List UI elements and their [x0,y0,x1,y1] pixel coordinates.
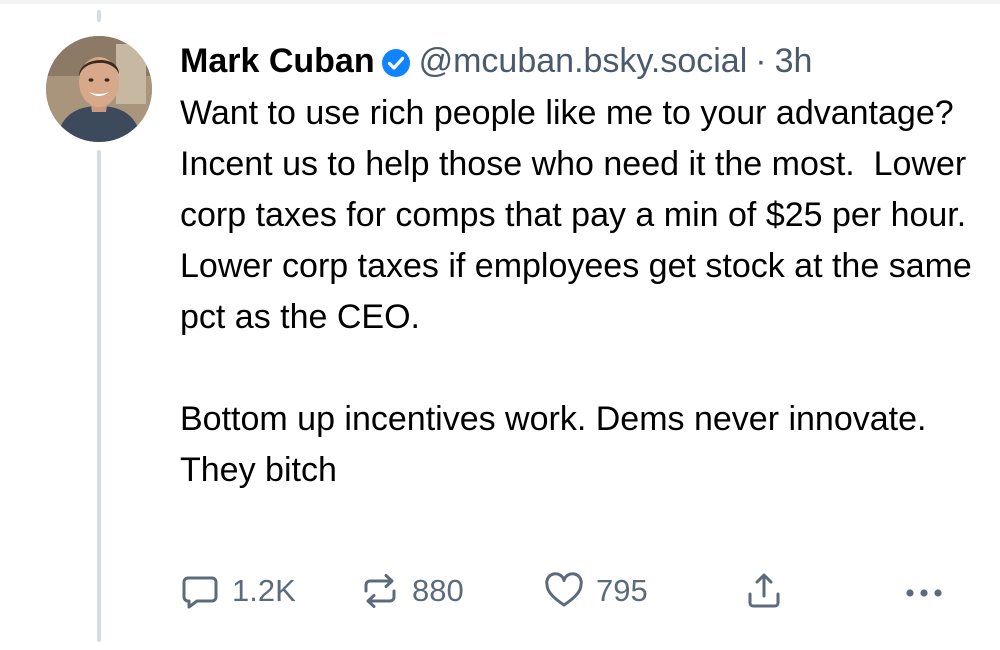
repost-button[interactable]: 880 [360,568,464,614]
avatar[interactable] [46,36,152,142]
reply-icon [182,576,218,609]
like-button[interactable]: 795 [544,568,648,614]
verified-badge-icon [381,46,411,77]
avatar-photo [46,36,152,142]
post-screen: Mark Cuban @mcuban.bsky.social · 3h Want… [0,0,1000,650]
like-count: 795 [596,573,648,608]
more-icon [906,589,942,597]
author-handle[interactable]: @mcuban.bsky.social [419,40,748,82]
heart-icon [545,572,583,607]
post-paragraph: Want to use rich people like me to your … [180,94,982,336]
post-text: Want to use rich people like me to your … [180,88,980,496]
repost-icon [364,574,396,608]
post-paragraph: Bottom up incentives work. Dems never in… [180,400,936,489]
share-button[interactable] [744,568,784,614]
meta-separator: · [755,42,767,80]
thread-line [97,150,101,642]
thread-line-above [97,10,101,22]
more-options-button[interactable] [902,568,946,614]
post-header: Mark Cuban @mcuban.bsky.social · 3h [180,40,812,82]
reply-button[interactable]: 1.2K [180,568,296,614]
reply-count: 1.2K [232,573,296,608]
repost-count: 880 [412,573,464,608]
author-display-name[interactable]: Mark Cuban [180,40,375,82]
post-timestamp[interactable]: 3h [775,40,813,82]
top-divider [0,0,1000,4]
post-actions: 1.2K 880 795 [180,568,960,614]
share-icon [748,573,780,608]
